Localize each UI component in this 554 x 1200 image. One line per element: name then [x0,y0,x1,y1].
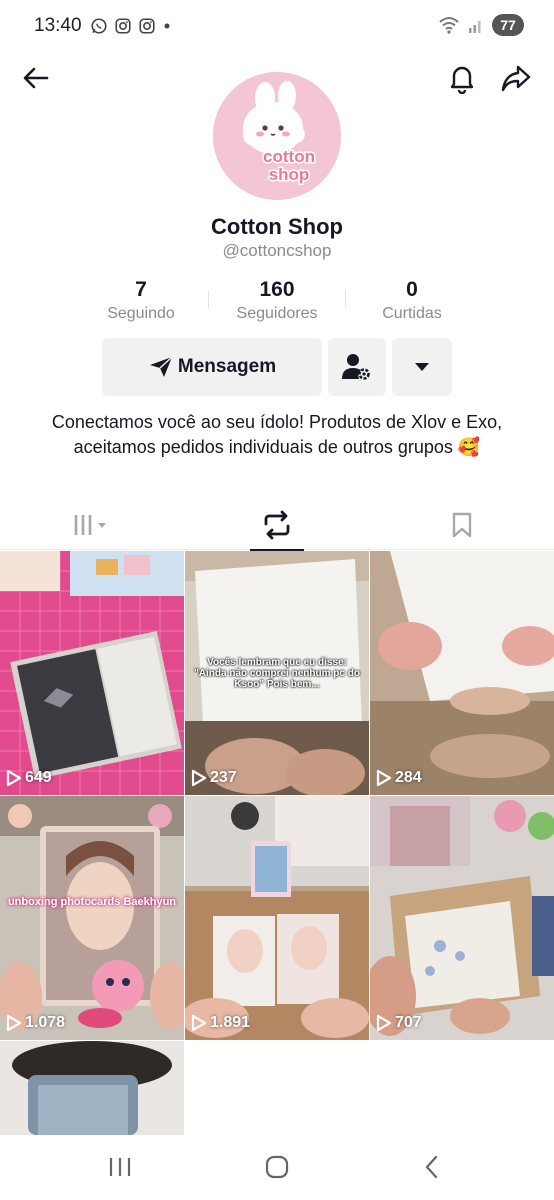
likes-count: 0 [406,278,418,301]
play-icon [376,769,392,787]
profile-stats: 7 Seguindo 160 Seguidores 0 Curtidas [0,278,554,326]
video-thumbnail[interactable]: 284 [370,551,554,795]
thumbnail-image [370,551,554,795]
tab-reposts[interactable] [185,500,369,551]
followers-label: Seguidores [236,305,318,322]
following-label: Seguindo [107,305,175,322]
view-count: 1.891 [191,1014,250,1032]
avatar-text-line1: cotton [263,147,315,166]
back-arrow-icon [23,67,49,89]
profile-name: Cotton Shop [211,214,343,239]
view-count: 1.078 [6,1014,65,1032]
dot-icon [164,23,170,29]
video-thumbnail[interactable]: 649 [0,551,184,795]
view-count: 707 [376,1014,422,1032]
view-count-value: 1.078 [25,1014,66,1031]
view-count-value: 1.891 [210,1014,251,1031]
view-count-value: 707 [395,1014,422,1031]
tab-videos[interactable] [0,500,184,550]
profile-bio: Conectamos você ao seu ídolo! Produtos d… [51,412,503,457]
tab-saved[interactable] [370,500,554,550]
back-nav-button[interactable] [408,1149,456,1185]
cotton-shop-logo: cotton shop [213,72,341,200]
send-icon [149,356,173,377]
view-count: 284 [376,769,422,787]
profile-actions: Mensagem [0,338,554,396]
avatar[interactable]: cotton shop [213,72,341,200]
video-thumbnail[interactable] [0,1041,184,1135]
stat-followers[interactable]: 160 Seguidores [202,278,352,325]
play-icon [6,769,22,787]
home-button[interactable] [253,1149,301,1185]
followers-count: 160 [259,278,295,301]
profile-tabs [0,500,554,551]
view-count-value: 284 [395,769,422,786]
share-button[interactable] [494,56,538,100]
view-count: 237 [191,769,237,787]
avatar-text-line2: shop [269,165,310,184]
thumbnail-image [0,1041,184,1135]
instagram-icon [138,18,155,34]
message-label: Mensagem [177,356,277,377]
person-gear-icon [342,354,370,380]
thumbnail-image [370,796,554,1040]
status-right: 77 [438,14,524,36]
video-thumbnail[interactable]: 1.891 [185,796,369,1040]
more-options-button[interactable] [392,338,452,396]
thumbnail-image [185,796,369,1040]
view-count-value: 237 [210,769,237,786]
view-count: 649 [6,769,52,787]
recent-apps-icon [109,1158,131,1176]
status-time: 13:40 [34,15,82,36]
thumbnail-image [0,796,184,1040]
video-thumbnail[interactable]: Vocês lembram que eu disse: "Ainda não c… [185,551,369,795]
message-button[interactable]: Mensagem [102,338,322,396]
system-nav-bar [0,1135,554,1200]
add-friend-button[interactable] [328,338,386,396]
thumbnail-image [0,551,184,795]
view-count-value: 649 [25,769,52,786]
grid-icon [74,515,106,535]
back-button[interactable] [14,56,58,100]
repost-icon [264,510,290,540]
profile-handle: @cottoncshop [222,241,332,260]
video-caption: Vocês lembram que eu disse: "Ainda não c… [194,657,360,690]
instagram-icon [114,18,131,34]
home-icon [265,1155,289,1179]
bell-icon [450,66,474,94]
status-bar: 13:40 77 [0,0,554,52]
share-icon [501,65,531,92]
whatsapp-icon [90,18,107,34]
recent-apps-button[interactable] [96,1149,144,1185]
play-icon [376,1014,392,1032]
battery-indicator: 77 [492,14,524,36]
video-thumbnail[interactable]: unboxing photocards Baekhyun 1.078 [0,796,184,1040]
stat-following[interactable]: 7 Seguindo [66,278,216,325]
likes-label: Curtidas [382,305,442,322]
video-caption: unboxing photocards Baekhyun [7,896,177,908]
bookmark-icon [452,512,472,538]
wifi-icon [439,17,459,34]
play-icon [191,769,207,787]
notification-icons [90,17,172,35]
back-icon [425,1155,438,1179]
play-icon [191,1014,207,1032]
play-icon [6,1014,22,1032]
video-thumbnail[interactable]: 707 [370,796,554,1040]
notifications-button[interactable] [440,56,484,100]
signal-icon [469,21,481,33]
following-count: 7 [135,278,147,301]
caret-down-icon [415,363,429,371]
stat-likes[interactable]: 0 Curtidas [337,278,487,325]
